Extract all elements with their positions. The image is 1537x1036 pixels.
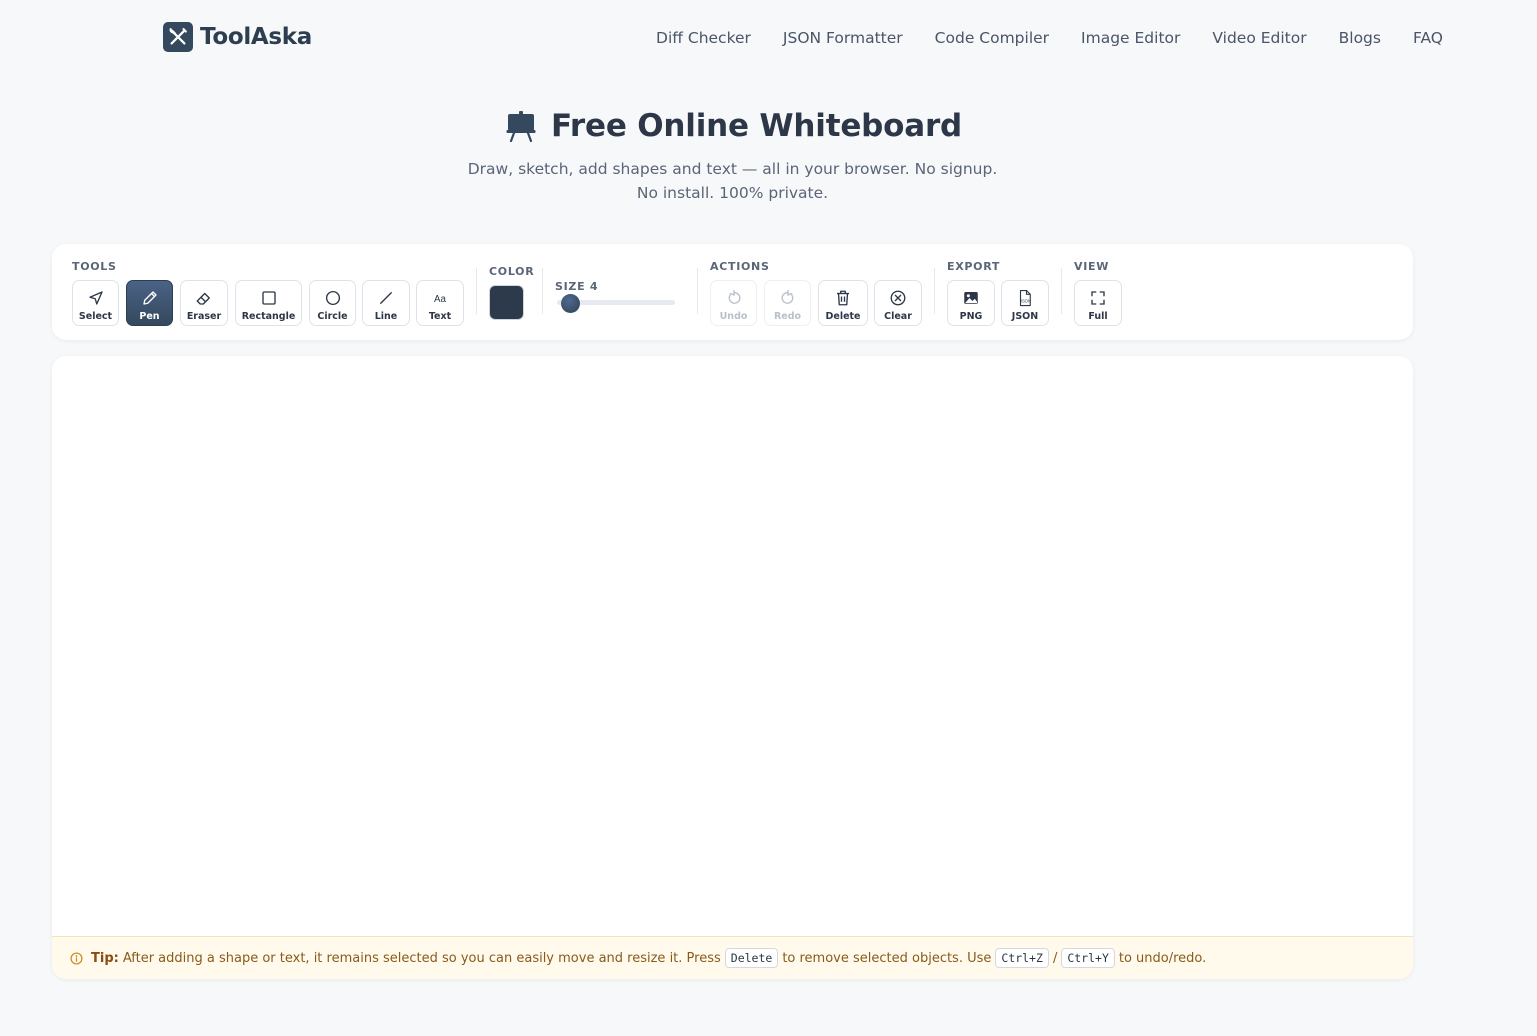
tools-icon bbox=[163, 22, 193, 52]
color-picker[interactable] bbox=[489, 285, 524, 320]
export-png-button[interactable]: PNG bbox=[947, 280, 995, 326]
json-file-icon: JSON bbox=[1020, 289, 1031, 307]
nav-image-editor[interactable]: Image Editor bbox=[1081, 29, 1180, 47]
actions-group-label: ACTIONS bbox=[710, 260, 770, 273]
eraser-icon bbox=[196, 292, 210, 305]
text-icon: Aa bbox=[434, 294, 447, 305]
image-icon bbox=[964, 292, 978, 304]
size-slider-thumb[interactable] bbox=[561, 294, 580, 313]
nav-json-formatter[interactable]: JSON Formatter bbox=[783, 29, 903, 47]
brand-logo[interactable]: ToolAska bbox=[163, 22, 312, 52]
color-group-label: COLOR bbox=[489, 265, 535, 278]
tool-pen-label: Pen bbox=[139, 311, 160, 322]
tool-eraser-label: Eraser bbox=[186, 311, 222, 322]
tool-circle-button[interactable]: Circle bbox=[309, 280, 356, 326]
easel-icon bbox=[506, 111, 536, 142]
undo-button[interactable]: Undo bbox=[710, 280, 757, 326]
fullscreen-icon bbox=[1091, 291, 1105, 305]
brand-name: ToolAska bbox=[200, 24, 313, 50]
kbd-delete: Delete bbox=[724, 948, 779, 968]
tool-text-button[interactable]: Aa Text bbox=[416, 280, 464, 326]
toolbar-divider bbox=[542, 268, 543, 314]
line-icon bbox=[380, 292, 392, 304]
drawing-canvas[interactable] bbox=[52, 356, 1413, 936]
nav-code-compiler[interactable]: Code Compiler bbox=[935, 29, 1049, 47]
undo-icon bbox=[728, 289, 740, 304]
top-navbar: ToolAska Diff Checker JSON Formatter Cod… bbox=[0, 0, 1537, 80]
redo-button[interactable]: Redo bbox=[764, 280, 811, 326]
tip-label: Tip: bbox=[91, 950, 119, 966]
whiteboard-card: Tip: After adding a shape or text, it re… bbox=[52, 356, 1413, 979]
tool-text-label: Text bbox=[428, 311, 452, 322]
tool-select-button[interactable]: Select bbox=[72, 280, 119, 326]
clear-circle-icon bbox=[890, 290, 906, 306]
tool-select-label: Select bbox=[78, 311, 113, 322]
trash-icon bbox=[837, 290, 849, 306]
tip-text-2: to remove selected objects. Use bbox=[782, 950, 992, 966]
fullscreen-label: Full bbox=[1088, 311, 1108, 322]
kbd-ctrl-y: Ctrl+Y bbox=[1061, 948, 1115, 968]
tool-rectangle-button[interactable]: Rectangle bbox=[235, 280, 302, 326]
fullscreen-button[interactable]: Full bbox=[1074, 280, 1122, 326]
svg-text:Aa: Aa bbox=[434, 294, 447, 305]
rectangle-icon bbox=[261, 291, 276, 305]
export-json-label: JSON bbox=[1011, 311, 1039, 322]
clear-button[interactable]: Clear bbox=[874, 280, 922, 326]
toolbar-divider bbox=[697, 268, 698, 314]
cursor-arrow-icon bbox=[88, 291, 103, 305]
main-nav: Diff Checker JSON Formatter Code Compile… bbox=[656, 29, 1443, 47]
undo-label: Undo bbox=[719, 311, 748, 322]
delete-label: Delete bbox=[825, 311, 861, 322]
nav-diff-checker[interactable]: Diff Checker bbox=[656, 29, 751, 47]
page-subtitle: Draw, sketch, add shapes and text — all … bbox=[467, 160, 998, 202]
tool-line-label: Line bbox=[374, 311, 398, 322]
tip-slash: / bbox=[1052, 950, 1058, 966]
view-group-label: VIEW bbox=[1074, 260, 1110, 273]
delete-button[interactable]: Delete bbox=[818, 280, 868, 326]
svg-text:JSON: JSON bbox=[1020, 299, 1031, 304]
size-label: SIZE 4 bbox=[555, 280, 599, 293]
tools-group-label: TOOLS bbox=[72, 260, 117, 273]
tool-rectangle-label: Rectangle bbox=[241, 311, 296, 322]
hero-heading: Free Online Whiteboard bbox=[0, 108, 1537, 144]
kbd-ctrl-z: Ctrl+Z bbox=[995, 948, 1049, 968]
redo-icon bbox=[781, 289, 793, 304]
export-json-button[interactable]: JSON JSON bbox=[1001, 280, 1049, 326]
page-title: Free Online Whiteboard bbox=[550, 108, 963, 144]
tip-text-1: After adding a shape or text, it remains… bbox=[122, 950, 721, 966]
toolbar-divider bbox=[476, 268, 477, 314]
clear-label: Clear bbox=[884, 311, 912, 322]
toolbar-divider bbox=[1061, 268, 1062, 314]
toolbar-divider bbox=[934, 268, 935, 314]
nav-faq[interactable]: FAQ bbox=[1413, 29, 1443, 47]
tool-circle-label: Circle bbox=[317, 311, 348, 322]
tip-text-3: to undo/redo. bbox=[1118, 950, 1207, 966]
nav-blogs[interactable]: Blogs bbox=[1339, 29, 1381, 47]
tool-eraser-button[interactable]: Eraser bbox=[180, 280, 228, 326]
whiteboard-toolbar: TOOLS Select Pen Eraser Rectangle Circle… bbox=[52, 244, 1413, 340]
info-icon bbox=[70, 951, 83, 965]
tool-line-button[interactable]: Line bbox=[362, 280, 410, 326]
nav-video-editor[interactable]: Video Editor bbox=[1212, 29, 1306, 47]
tool-pen-button[interactable]: Pen bbox=[126, 280, 173, 326]
pencil-icon bbox=[142, 291, 157, 305]
export-png-label: PNG bbox=[959, 311, 983, 322]
export-group-label: EXPORT bbox=[947, 260, 1001, 273]
circle-icon bbox=[325, 290, 340, 306]
tip-banner: Tip: After adding a shape or text, it re… bbox=[52, 936, 1413, 979]
redo-label: Redo bbox=[773, 311, 802, 322]
